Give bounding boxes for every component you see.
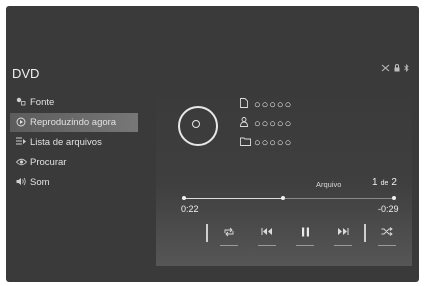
previous-icon [261, 227, 273, 239]
source-icon [16, 97, 30, 108]
play-circle-icon [16, 117, 30, 129]
menu-item-label: Reproduzindo agora [30, 117, 117, 128]
menu-item-procurar[interactable]: Procurar [10, 153, 138, 172]
menu-item-label: Fonte [30, 97, 55, 108]
track-metadata: ○○○○○ ○○○○○ ○○○○○ [240, 95, 292, 152]
pause-button[interactable] [286, 222, 324, 246]
track-current: 1 [372, 177, 378, 188]
no-signal-icon [381, 64, 390, 74]
shuffle-button[interactable] [368, 222, 406, 246]
next-icon [337, 227, 349, 239]
time-elapsed: 0:22 [181, 204, 199, 214]
dvd-screen: DVD Fonte Reproduzindo agora Lista de ar… [6, 6, 419, 282]
folder-row: ○○○○○ [240, 133, 292, 152]
previous-button[interactable] [248, 222, 286, 246]
track-label: Arquivo [316, 180, 342, 189]
progress-end-dot [392, 196, 396, 200]
progress-fill [184, 198, 283, 199]
progress-bar[interactable] [182, 196, 396, 200]
next-button[interactable] [324, 222, 362, 246]
menu-item-label: Som [30, 177, 50, 188]
menu-item-som[interactable]: Som [10, 173, 138, 192]
artist-name: ○○○○○ [254, 117, 293, 130]
speaker-icon [16, 177, 30, 188]
menu-item-label: Procurar [30, 157, 67, 168]
menu-item-fonte[interactable]: Fonte [10, 93, 138, 112]
menu-item-label: Lista de arquivos [30, 137, 102, 148]
track-counter: 1 de 2 [372, 177, 397, 188]
playback-controls [204, 222, 406, 246]
control-divider [364, 224, 366, 242]
eye-icon [15, 158, 30, 168]
now-playing-panel: ○○○○○ ○○○○○ ○○○○○ Arquivo 1 de 2 0:22 -0… [156, 86, 412, 266]
file-name: ○○○○○ [254, 98, 293, 111]
progress-knob[interactable] [280, 196, 285, 200]
file-name-row: ○○○○○ [240, 95, 292, 114]
folder-icon [240, 137, 254, 149]
track-total: 2 [391, 177, 397, 188]
progress-start-dot [182, 196, 186, 200]
lock-icon [394, 64, 400, 74]
repeat-icon [223, 227, 235, 240]
list-icon [16, 137, 30, 148]
repeat-button[interactable] [210, 222, 248, 246]
file-icon [240, 98, 254, 111]
status-icons [381, 64, 409, 74]
artist-row: ○○○○○ [240, 114, 292, 133]
disc-icon [178, 106, 218, 146]
pause-icon [301, 227, 310, 240]
person-icon [240, 117, 254, 130]
time-remaining: -0:29 [378, 204, 399, 214]
shuffle-icon [381, 227, 393, 239]
side-menu: Fonte Reproduzindo agora Lista de arquiv… [10, 93, 138, 193]
bluetooth-icon [404, 64, 409, 74]
page-title: DVD [12, 66, 40, 81]
control-divider [206, 224, 208, 242]
menu-item-lista-de-arquivos[interactable]: Lista de arquivos [10, 133, 138, 152]
folder-name: ○○○○○ [254, 136, 293, 149]
menu-item-reproduzindo-agora[interactable]: Reproduzindo agora [10, 113, 138, 132]
track-separator: de [380, 180, 389, 187]
